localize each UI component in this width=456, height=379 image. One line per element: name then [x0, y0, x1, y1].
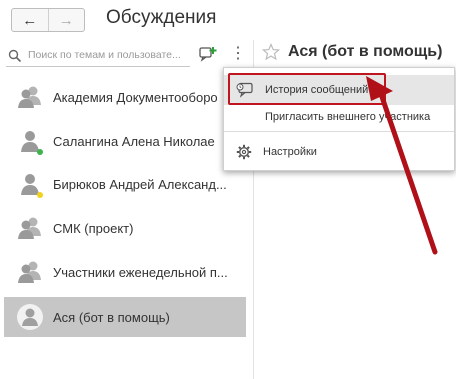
annotation-arrow	[366, 76, 438, 255]
